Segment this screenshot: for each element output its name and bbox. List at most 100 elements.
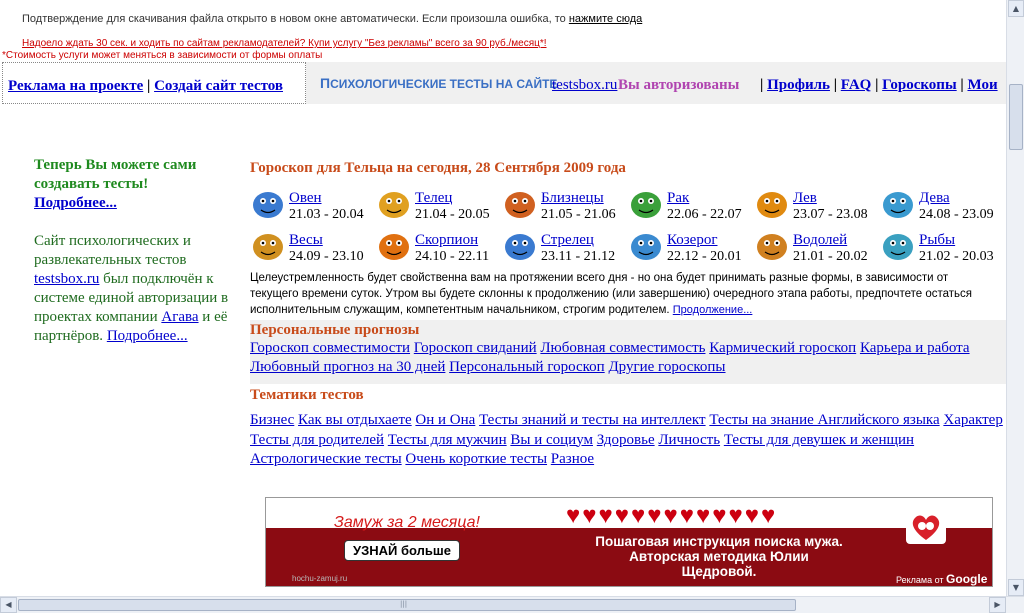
ad-title: Замуж за 2 месяца! [334,514,480,531]
test-topic-link[interactable]: Он и Она [415,412,475,428]
personal-forecast-link[interactable]: Гороскоп свиданий [414,340,537,356]
fish-icon[interactable] [880,229,916,263]
personal-forecast-link[interactable]: Гороскоп совместимости [250,340,410,356]
personal-forecast-link[interactable]: Другие гороскопы [608,359,725,375]
create-test-site-link[interactable]: Создай сайт тестов [154,78,283,94]
maiden-icon[interactable] [880,187,916,221]
test-topic-link[interactable]: Разное [551,451,594,467]
auth-status: Вы авторизованы [618,77,740,93]
crab-icon[interactable] [628,187,664,221]
zodiac-sign[interactable]: Козерог 22.12 - 20.01 [628,227,756,267]
site-brand-title: ПСИХОЛОГИЧЕСКИЕ ТЕСТЫ НА САЙТЕ [320,75,557,91]
brand-capital: П [320,75,331,91]
zodiac-sign[interactable]: Рак 22.06 - 22.07 [628,185,756,225]
test-topic-link[interactable]: Бизнес [250,412,294,428]
zodiac-sign-dates: 22.06 - 22.07 [667,207,742,222]
personal-forecast-link[interactable]: Карьера и работа [860,340,970,356]
zodiac-sign[interactable]: Рыбы 21.02 - 20.03 [880,227,1008,267]
personal-forecast-link[interactable]: Кармический гороскоп [709,340,856,356]
goat-icon[interactable] [628,229,664,263]
zodiac-sign[interactable]: Весы 24.09 - 23.10 [250,227,378,267]
zodiac-sign[interactable]: Скорпион 24.10 - 22.11 [376,227,504,267]
sidebar-site-link[interactable]: testsbox.ru [34,271,99,287]
zodiac-sign-name[interactable]: Телец [415,190,452,207]
zodiac-sign-name[interactable]: Скорпион [415,232,478,249]
zodiac-sign[interactable]: Телец 21.04 - 20.05 [376,185,504,225]
zodiac-sign-name[interactable]: Водолей [793,232,847,249]
ads-by-google[interactable]: Реклама от Google [896,572,987,586]
ad-learn-more-button[interactable]: УЗНАЙ больше [344,540,460,561]
menu-profile[interactable]: Профиль [767,77,830,93]
personal-forecast-link[interactable]: Персональный гороскоп [449,359,605,375]
zodiac-sign-dates: 23.11 - 21.12 [541,249,616,264]
sidebar-more-link-2[interactable]: Подробнее... [107,328,188,344]
scorpion-icon[interactable] [376,229,412,263]
user-menu: | Профиль | FAQ | Гороскопы | Мои [760,77,998,94]
sidebar: Теперь Вы можете сами создавать тесты! П… [34,156,230,346]
test-topic-link[interactable]: Тесты знаний и тесты на интеллект [479,412,706,428]
test-topic-link[interactable]: Тесты для мужчин [388,432,507,448]
ram-icon[interactable] [250,187,286,221]
agava-link[interactable]: Агава [161,309,198,325]
scroll-left-arrow-icon[interactable]: ◀ [0,597,17,613]
notice-click-here-link[interactable]: нажмите сюда [569,13,642,25]
sidebar-more-link-1[interactable]: Подробнее... [34,194,230,213]
vertical-scroll-thumb[interactable] [1009,84,1023,150]
zodiac-sign[interactable]: Дева 24.08 - 23.09 [880,185,1008,225]
google-brand: Google [946,572,988,586]
test-topic-link[interactable]: Тесты для родителей [250,432,384,448]
test-topic-link[interactable]: Характер [943,412,1002,428]
zodiac-sign-name[interactable]: Стрелец [541,232,594,249]
zodiac-sign-dates: 24.08 - 23.09 [919,207,994,222]
continue-reading-link[interactable]: Продолжение... [673,304,753,316]
no-ads-note: *Стоимость услуги может меняться в завис… [2,50,323,61]
water-bearer-icon[interactable] [754,229,790,263]
zodiac-sign-name[interactable]: Овен [289,190,322,207]
zodiac-sign-name[interactable]: Дева [919,190,950,207]
zodiac-sign[interactable]: Водолей 21.01 - 20.02 [754,227,882,267]
twins-icon[interactable] [502,187,538,221]
archer-icon[interactable] [502,229,538,263]
bull-icon[interactable] [376,187,412,221]
zodiac-sign[interactable]: Лев 23.07 - 23.08 [754,185,882,225]
advertising-link[interactable]: Реклама на проекте [8,78,143,94]
horizontal-scrollbar[interactable]: ◀ ||| ▶ [0,596,1024,613]
separator: | [960,77,964,93]
test-topic-link[interactable]: Как вы отдыхаете [298,412,412,428]
personal-forecast-link[interactable]: Любовная совместимость [540,340,705,356]
zodiac-sign-name[interactable]: Рак [667,190,689,207]
vertical-scrollbar[interactable]: ▲ ▼ [1006,0,1024,596]
zodiac-sign-name[interactable]: Козерог [667,232,718,249]
menu-horoscopes[interactable]: Гороскопы [882,77,957,93]
zodiac-sign[interactable]: Овен 21.03 - 20.04 [250,185,378,225]
test-topic-link[interactable]: Тесты для девушек и женщин [724,432,914,448]
zodiac-sign-name[interactable]: Близнецы [541,190,604,207]
test-topic-link[interactable]: Здоровье [597,432,655,448]
top-left-links: Реклама на проекте | Создай сайт тестов [2,62,306,104]
scroll-down-arrow-icon[interactable]: ▼ [1008,579,1024,596]
heart-logo-icon [906,508,946,544]
ad-banner[interactable]: ♥♥♥♥♥♥♥♥♥♥♥♥♥ Замуж за 2 месяца! УЗНАЙ б… [265,497,993,587]
zodiac-sign-name[interactable]: Рыбы [919,232,955,249]
test-topic-link[interactable]: Вы и социум [510,432,593,448]
zodiac-sign-name[interactable]: Лев [793,190,817,207]
scales-icon[interactable] [250,229,286,263]
menu-my[interactable]: Мои [967,77,997,93]
test-topic-link[interactable]: Астрологические тесты [250,451,402,467]
test-topic-link[interactable]: Очень короткие тесты [405,451,547,467]
no-ads-offer-link[interactable]: Надоело ждать 30 сек. и ходить по сайтам… [22,38,547,49]
zodiac-sign[interactable]: Стрелец 23.11 - 21.12 [502,227,630,267]
zodiac-sign[interactable]: Близнецы 21.05 - 21.06 [502,185,630,225]
personal-forecasts-title: Персональные прогнозы [250,322,420,338]
lion-icon[interactable] [754,187,790,221]
scroll-up-arrow-icon[interactable]: ▲ [1008,0,1024,17]
test-topic-link[interactable]: Тесты на знание Английского языка [709,412,939,428]
scroll-right-arrow-icon[interactable]: ▶ [989,597,1006,613]
zodiac-sign-name[interactable]: Весы [289,232,323,249]
scroll-grip-icon: ||| [400,600,408,608]
personal-forecast-link[interactable]: Любовный прогноз на 30 дней [250,359,445,375]
menu-faq[interactable]: FAQ [841,77,872,93]
test-topics-title: Тематики тестов [250,387,364,403]
test-topic-link[interactable]: Личность [658,432,720,448]
site-link[interactable]: testsbox.ru [552,77,617,94]
